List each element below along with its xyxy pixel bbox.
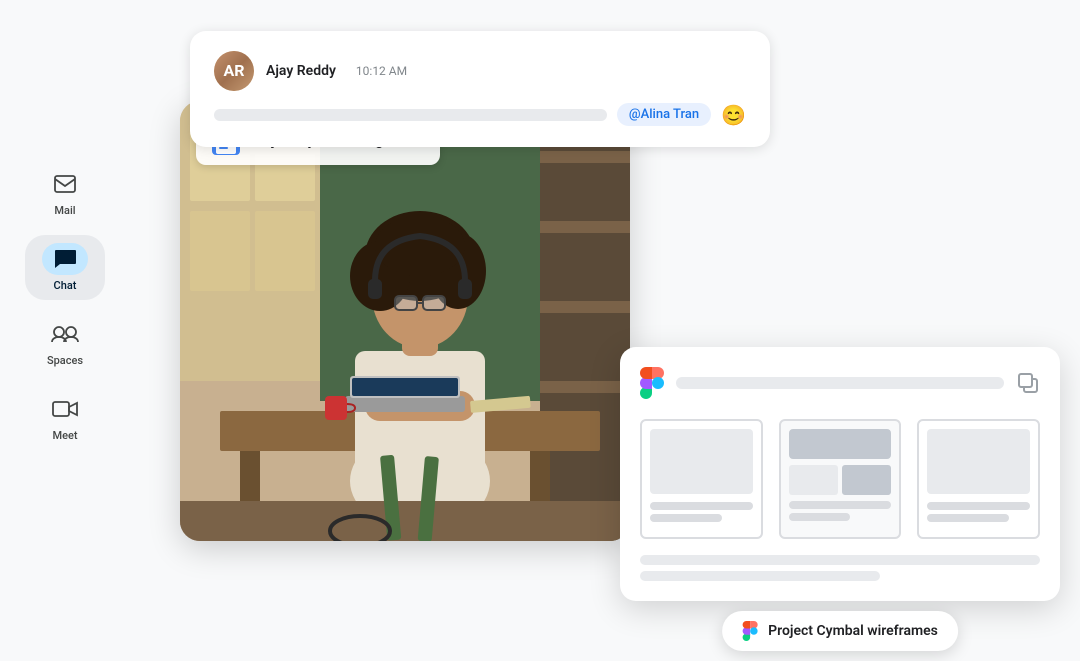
wf-line-5 <box>927 502 1030 510</box>
message-card: AR Ajay Reddy 10:12 AM @Alina Tran 😊 <box>190 31 770 147</box>
chat-area: AR Ajay Reddy 10:12 AM @Alina Tran 😊 <box>170 21 1040 641</box>
app-scene: Mail Chat Spaces <box>0 0 1080 661</box>
mail-icon <box>42 168 88 200</box>
wf-header-block <box>789 429 892 459</box>
wf-line-4 <box>789 513 851 521</box>
wireframe-content <box>640 419 1040 539</box>
wf-image-block-2 <box>927 429 1030 494</box>
sender-name: Ajay Reddy <box>266 63 336 79</box>
mention-tag[interactable]: @Alina Tran <box>617 103 711 126</box>
spaces-icon <box>42 318 88 350</box>
figma-card-footer[interactable]: Project Cymbal wireframes <box>722 611 958 651</box>
sidebar-item-spaces[interactable]: Spaces <box>25 310 105 375</box>
sidebar: Mail Chat Spaces <box>0 0 130 661</box>
message-body: @Alina Tran 😊 <box>214 103 746 127</box>
message-emoji: 😊 <box>721 103 746 127</box>
wf-line-6 <box>927 514 1009 522</box>
photo-illustration <box>180 101 630 541</box>
wf-bottom-line-1 <box>640 555 1040 565</box>
figma-url-bar <box>676 377 1004 389</box>
message-timestamp: 10:12 AM <box>356 64 407 78</box>
figma-footer-title: Project Cymbal wireframes <box>768 623 938 639</box>
wireframe-frame-1 <box>640 419 763 539</box>
wireframe-frame-2 <box>779 419 902 539</box>
sidebar-item-chat[interactable]: Chat <box>25 235 105 300</box>
wf-col-2 <box>842 465 891 495</box>
wf-image-block-1 <box>650 429 753 494</box>
sidebar-item-mail-label: Mail <box>54 204 75 217</box>
sidebar-item-meet-label: Meet <box>52 429 77 442</box>
figma-icon-svg <box>640 367 664 399</box>
sidebar-item-meet[interactable]: Meet <box>25 385 105 450</box>
photo-scene <box>180 101 630 541</box>
avatar-image: AR <box>214 51 254 91</box>
figma-footer-icon <box>742 621 758 641</box>
message-header: AR Ajay Reddy 10:12 AM <box>214 51 746 91</box>
message-text-placeholder <box>214 109 607 121</box>
wireframe-frame-3 <box>917 419 1040 539</box>
figma-logo <box>640 367 664 399</box>
figma-card-header <box>640 367 1040 399</box>
meet-icon <box>42 393 88 425</box>
figma-copy-button[interactable] <box>1016 371 1040 395</box>
avatar: AR <box>214 51 254 91</box>
wf-bottom-line-2 <box>640 571 880 581</box>
wf-line-2 <box>650 514 722 522</box>
wf-line-1 <box>650 502 753 510</box>
chat-icon <box>42 243 88 275</box>
sidebar-item-spaces-label: Spaces <box>47 354 83 367</box>
sidebar-item-chat-label: Chat <box>54 279 77 292</box>
wf-col-1 <box>789 465 838 495</box>
main-content: AR Ajay Reddy 10:12 AM @Alina Tran 😊 <box>130 0 1080 661</box>
figma-card: Project Cymbal wireframes <box>620 347 1060 601</box>
sidebar-item-mail[interactable]: Mail <box>25 160 105 225</box>
wf-line-3 <box>789 501 892 509</box>
copy-icon <box>1016 371 1040 395</box>
wireframe-bottom <box>640 555 1040 581</box>
photo-card: Project Cymbal design brief <box>180 101 630 541</box>
